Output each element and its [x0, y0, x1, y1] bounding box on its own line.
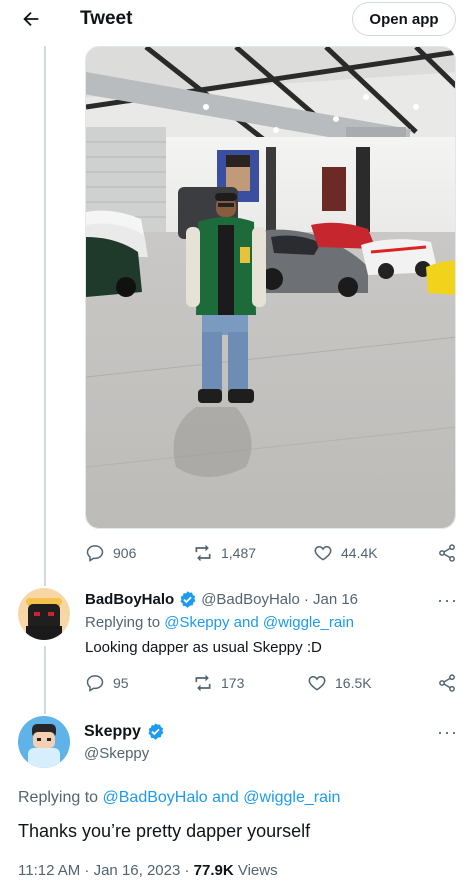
- back-button[interactable]: [18, 6, 44, 32]
- share-icon: [439, 674, 455, 692]
- author-handle[interactable]: @BadBoyHalo: [201, 591, 300, 608]
- retweet-button[interactable]: 173: [193, 673, 244, 693]
- tweet-actions: 906 1,487 44.4K: [85, 543, 460, 563]
- top-bar: Tweet Open app: [0, 0, 474, 38]
- like-button[interactable]: 16.5K: [307, 673, 372, 693]
- tweet-text: Thanks you’re pretty dapper yourself: [18, 821, 311, 841]
- thread-line: [44, 646, 46, 714]
- like-count: 44.4K: [341, 545, 378, 561]
- reply-header: BadBoyHalo @BadBoyHalo · Jan 16: [85, 590, 358, 609]
- replying-users[interactable]: @BadBoyHalo and @wiggle_rain: [103, 789, 341, 806]
- thread-line: [44, 46, 46, 586]
- author-handle[interactable]: @Skeppy: [84, 745, 149, 762]
- reply-icon: [86, 675, 104, 692]
- reply-button[interactable]: 906: [85, 543, 136, 563]
- retweet-icon: [195, 544, 211, 562]
- views-label: Views: [233, 862, 278, 879]
- heart-icon: [308, 675, 326, 691]
- retweet-count: 173: [221, 675, 245, 691]
- share-button[interactable]: [437, 673, 457, 693]
- page-title: Tweet: [80, 8, 133, 29]
- garage-photo: [86, 47, 455, 528]
- tweet-date[interactable]: · Jan 16: [304, 591, 358, 608]
- reply-actions: 95 173 16.5K: [85, 673, 460, 693]
- open-app-button[interactable]: Open app: [352, 2, 456, 36]
- arrow-left-icon: [23, 11, 39, 27]
- reply-button[interactable]: 95: [85, 673, 129, 693]
- author-name[interactable]: BadBoyHalo: [85, 591, 174, 608]
- replying-users[interactable]: @Skeppy and @wiggle_rain: [164, 614, 354, 631]
- reply-count: 95: [113, 675, 129, 691]
- skeppy-avatar-image: [18, 716, 70, 768]
- tweet-meta: 11:12 AM · Jan 16, 2023 · 77.9K Views: [18, 862, 278, 879]
- like-button[interactable]: 44.4K: [313, 543, 378, 563]
- reply-count: 906: [113, 545, 137, 561]
- like-count: 16.5K: [335, 675, 372, 691]
- replying-prefix: Replying to: [85, 614, 161, 631]
- tweet-text: Looking dapper as usual Skeppy :D: [85, 639, 322, 656]
- view-count: 77.9K: [193, 862, 234, 879]
- replying-to: Replying to @BadBoyHalo and @wiggle_rain: [18, 789, 340, 807]
- avatar-badboyhalo[interactable]: [18, 588, 70, 640]
- replying-prefix: Replying to: [18, 789, 99, 806]
- more-options-button[interactable]: ···: [437, 722, 458, 743]
- main-author: Skeppy: [84, 722, 165, 741]
- retweet-icon: [195, 674, 211, 692]
- badboyhalo-avatar-image: [18, 588, 70, 640]
- avatar-skeppy[interactable]: [18, 716, 70, 768]
- share-icon: [439, 544, 455, 562]
- heart-icon: [314, 545, 332, 561]
- retweet-button[interactable]: 1,487: [193, 543, 256, 563]
- verified-badge-icon: [148, 723, 164, 740]
- more-options-button[interactable]: ···: [437, 590, 458, 611]
- retweet-count: 1,487: [221, 545, 257, 561]
- replying-to: Replying to @Skeppy and @wiggle_rain: [85, 614, 354, 631]
- tweet-timestamp[interactable]: 11:12 AM · Jan 16, 2023 ·: [18, 862, 194, 879]
- author-name[interactable]: Skeppy: [84, 723, 141, 741]
- share-button[interactable]: [437, 543, 457, 563]
- tweet-photo[interactable]: [85, 46, 456, 529]
- verified-badge-icon: [180, 591, 196, 608]
- reply-icon: [86, 545, 104, 562]
